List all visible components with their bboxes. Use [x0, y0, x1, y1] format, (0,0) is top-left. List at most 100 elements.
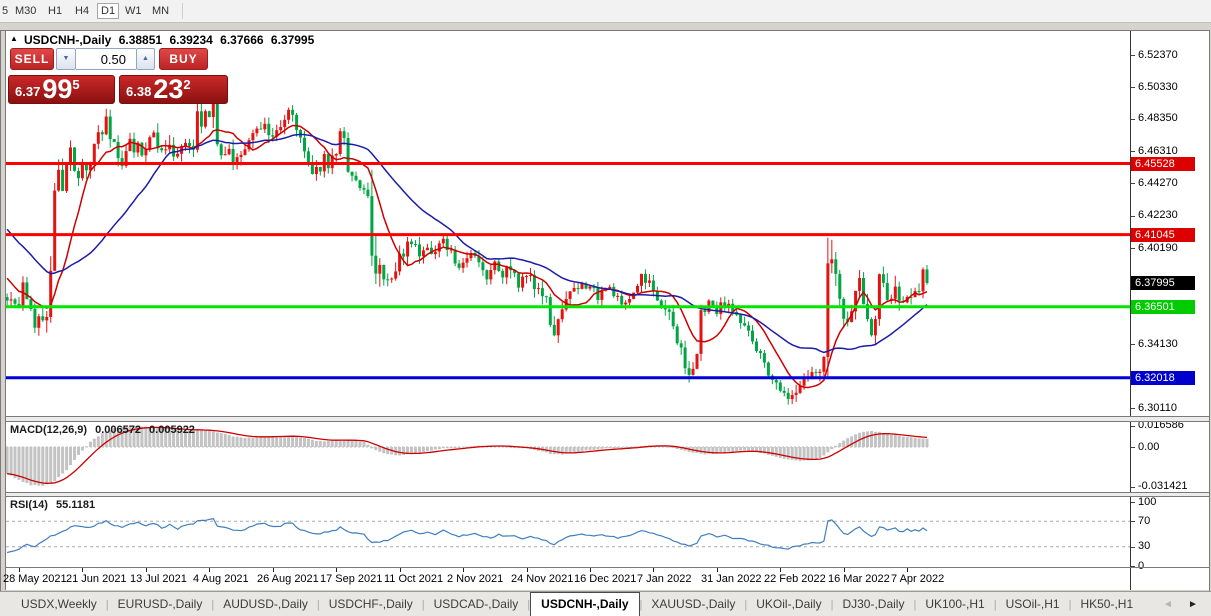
timeframe-button-h1[interactable]: H1 — [48, 5, 62, 17]
chart-tab-usdx-weekly[interactable]: USDX,Weekly — [12, 592, 106, 615]
date-tick — [400, 568, 401, 572]
macd-label-row: MACD(12,26,9) 0.006572 0.005922 — [10, 424, 200, 436]
chart-tab-ukoil-daily[interactable]: UKOil-,Daily — [747, 592, 830, 615]
splitter-main-macd-bottom[interactable] — [6, 421, 1209, 422]
date-tick — [780, 568, 781, 572]
date-label: 21 Jun 2021 — [66, 573, 127, 585]
date-label: 24 Nov 2021 — [511, 573, 573, 585]
price-tick-label: 6.40190 — [1138, 242, 1178, 254]
rsi-label-row: RSI(14) 55.1181 — [10, 499, 100, 511]
macd-main-value: 0.006572 — [95, 424, 141, 436]
price-tick-label: 6.48350 — [1138, 112, 1178, 124]
date-label: 13 Jul 2021 — [130, 573, 187, 585]
macd-signal-value: 0.005922 — [149, 424, 195, 436]
chart-tab-xauusd-daily[interactable]: XAUUSD-,Daily — [642, 592, 744, 615]
buy-button[interactable]: BUY — [159, 48, 208, 70]
chart-tab-usdcnh-daily[interactable]: USDCNH-,Daily — [530, 592, 639, 616]
price-tick-label: 6.50330 — [1138, 81, 1178, 93]
date-label: 31 Jan 2022 — [701, 573, 762, 585]
date-label: 16 Dec 2021 — [574, 573, 636, 585]
date-label: 26 Aug 2021 — [257, 573, 319, 585]
chart-tab-usdchf-daily[interactable]: USDCHF-,Daily — [320, 592, 422, 615]
date-tick — [653, 568, 654, 572]
date-label: 22 Feb 2022 — [764, 573, 826, 585]
date-tick — [146, 568, 147, 572]
ohlc-open: 6.38851 — [119, 33, 162, 47]
chart-tab-dj30-daily[interactable]: DJ30-,Daily — [833, 592, 913, 615]
toolbar-separator — [182, 3, 183, 19]
price-level-badge: 6.45528 — [1131, 157, 1195, 171]
date-label: 11 Oct 2021 — [384, 573, 443, 585]
rsi-plot[interactable] — [6, 497, 1130, 567]
date-tick — [82, 568, 83, 572]
chart-tab-audusd-daily[interactable]: AUDUSD-,Daily — [214, 592, 317, 615]
chart-tab-hk50-h1[interactable]: HK50-,H1 — [1071, 592, 1142, 615]
date-label: 7 Apr 2022 — [891, 573, 944, 585]
tab-scroll-right-icon[interactable]: ► — [1188, 599, 1198, 610]
date-label: 2 Nov 2021 — [447, 573, 503, 585]
chart-tab-bar: USDX,Weekly|EURUSD-,Daily|AUDUSD-,Daily|… — [0, 591, 1211, 616]
timeframe-button-w1[interactable]: W1 — [125, 5, 142, 17]
price-tick-label: 6.30110 — [1138, 402, 1177, 414]
trading-terminal: 5 M30 H1 H4 D1 W1 MN ▲ USDCNH-,Daily 6.38851 6… — [0, 0, 1211, 616]
date-tick — [19, 568, 20, 572]
sell-price-big: 99 — [42, 76, 72, 102]
tab-strip: USDX,Weekly|EURUSD-,Daily|AUDUSD-,Daily|… — [12, 592, 1142, 616]
chart-tab-usoil-h1[interactable]: USOil-,H1 — [997, 592, 1069, 615]
timeframe-button-d1[interactable]: D1 — [97, 3, 119, 19]
chevron-down-icon: ▼ — [63, 55, 70, 62]
price-level-badge: 6.37995 — [1131, 276, 1195, 290]
price-tick-label: 6.34130 — [1138, 338, 1178, 350]
date-tick — [844, 568, 845, 572]
ohlc-low: 6.37666 — [220, 33, 263, 47]
timeframe-toolbar: 5 M30 H1 H4 D1 W1 MN — [0, 0, 1211, 23]
buy-price-big: 23 — [153, 76, 183, 102]
price-tick-label: 6.52370 — [1138, 49, 1178, 61]
volume-input[interactable] — [76, 48, 136, 70]
collapse-arrow-icon[interactable]: ▲ — [10, 34, 18, 43]
date-label: 7 Jan 2022 — [637, 573, 691, 585]
ohlc-close: 6.37995 — [271, 33, 314, 47]
macd-tick-label: 0.00 — [1138, 441, 1159, 453]
volume-increase-button[interactable]: ▲ — [136, 48, 155, 70]
sell-button[interactable]: SELL — [10, 48, 54, 70]
date-tick — [209, 568, 210, 572]
tab-scroll-left-icon[interactable]: ◄ — [1163, 599, 1173, 610]
splitter-rsi-top-border[interactable] — [6, 496, 1209, 497]
price-tick-label: 6.44270 — [1138, 177, 1178, 189]
date-tick — [590, 568, 591, 572]
chart-tab-eurusd-daily[interactable]: EURUSD-,Daily — [109, 592, 212, 615]
date-label: 28 May 2021 — [3, 573, 67, 585]
buy-price-sup: 2 — [183, 77, 190, 92]
rsi-tick-label: 100 — [1138, 496, 1156, 508]
sell-price-small: 6.37 — [15, 84, 40, 99]
date-tick — [527, 568, 528, 572]
date-label: 16 Mar 2022 — [828, 573, 890, 585]
date-tick — [907, 568, 908, 572]
chart-tab-usdcad-daily[interactable]: USDCAD-,Daily — [425, 592, 528, 615]
one-click-trading-panel: SELL ▼ ▲ BUY 6.37 99 5 6.38 23 2 — [8, 48, 228, 104]
rsi-tick-label: 30 — [1138, 540, 1150, 552]
sell-price-sup: 5 — [72, 77, 79, 92]
chart-symbol-label: USDCNH-,Daily — [24, 33, 111, 47]
rsi-tick-label: 70 — [1138, 515, 1150, 527]
sell-price-display[interactable]: 6.37 99 5 — [8, 75, 115, 104]
timeframe-button-mn[interactable]: MN — [152, 5, 169, 17]
buy-price-display[interactable]: 6.38 23 2 — [119, 75, 228, 104]
macd-label: MACD(12,26,9) — [10, 424, 87, 436]
volume-decrease-button[interactable]: ▼ — [56, 48, 76, 70]
rsi-tick-label: 0 — [1138, 560, 1144, 572]
chart-tab-uk100-h1[interactable]: UK100-,H1 — [916, 592, 993, 615]
price-level-badge: 6.41045 — [1131, 228, 1195, 242]
price-level-badge: 6.36501 — [1131, 300, 1195, 314]
timeframe-button-5[interactable]: 5 — [2, 5, 8, 17]
timeframe-button-m30[interactable]: M30 — [15, 5, 36, 17]
price-level-badge: 6.32018 — [1131, 371, 1195, 385]
price-tick-label: 6.42230 — [1138, 209, 1178, 221]
rsi-label: RSI(14) — [10, 499, 48, 511]
date-tick — [273, 568, 274, 572]
rsi-bottom-border — [6, 567, 1209, 568]
timeframe-button-h4[interactable]: H4 — [75, 5, 89, 17]
macd-tick-label: -0.031421 — [1138, 480, 1188, 492]
chart-title: USDCNH-,Daily 6.38851 6.39234 6.37666 6.… — [24, 33, 318, 47]
